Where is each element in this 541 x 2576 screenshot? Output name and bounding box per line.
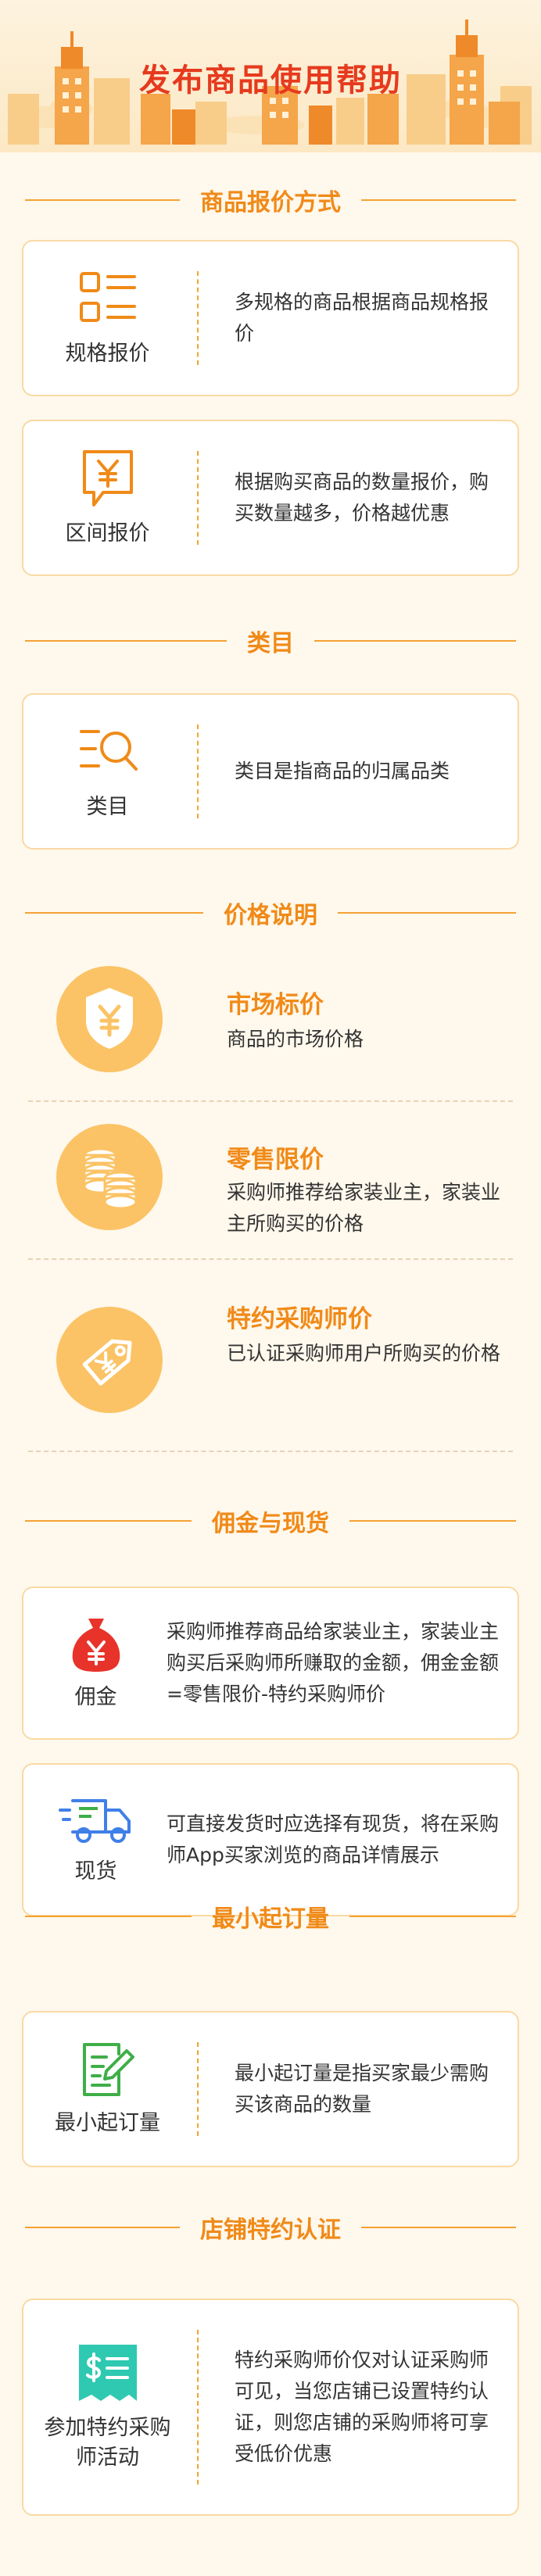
section-header-min-order: 最小起订量	[25, 1901, 516, 1933]
card-description: 类目是指商品的归属品类	[235, 760, 450, 782]
card-min-order: 最小起订量 最小起订量是指买家最少需购买该商品的数量	[22, 2011, 519, 2167]
order-form-icon	[82, 2043, 134, 2096]
price-description: 商品的市场价格	[227, 1028, 364, 1050]
section-header-commission: 佣金与现货	[25, 1505, 516, 1537]
price-description: 已认证采购师用户所购买的价格	[227, 1342, 501, 1365]
price-item-market: 市场标价 商品的市场价格	[28, 961, 513, 1086]
card-description: 根据购买商品的数量报价，购买数量越多，价格越优惠	[235, 470, 489, 524]
shield-yuan-icon	[86, 988, 133, 1049]
divider-line	[361, 199, 516, 201]
divider-line	[361, 2227, 516, 2228]
price-title: 特约采购师价	[227, 1305, 372, 1333]
card-description: 多规格的商品根据商品规格报价	[235, 291, 489, 345]
dashed-divider	[197, 724, 199, 818]
card-label: 参加特约采购师活动	[44, 2416, 171, 2470]
section-header-pricing: 商品报价方式	[25, 184, 516, 216]
page-title: 发布商品使用帮助	[139, 63, 402, 98]
delivery-truck-icon	[58, 1799, 131, 1843]
card-spec-pricing: 规格报价 多规格的商品根据商品规格报价	[22, 240, 519, 396]
card-store-special: 参加特约采购师活动 特约采购师价仅对认证采购师可见，当您店铺已设置特约认证，则您…	[22, 2299, 519, 2516]
section-title: 店铺特约认证	[200, 2216, 341, 2244]
coins-icon	[83, 1147, 138, 1210]
section-header-store: 店铺特约认证	[25, 2212, 516, 2244]
card-label: 现货	[74, 1859, 117, 1884]
price-title: 市场标价	[227, 991, 324, 1019]
search-list-icon	[79, 730, 138, 771]
dashed-divider	[197, 2330, 199, 2485]
card-label: 类目	[86, 795, 129, 819]
price-item-retail: 零售限价 采购师推荐给家装业主，家装业主所购买的价格	[28, 1118, 513, 1250]
card-category: 类目 类目是指商品的归属品类	[22, 693, 519, 850]
card-label: 佣金	[74, 1685, 117, 1709]
money-bag-icon	[72, 1619, 120, 1672]
section-header-price-info: 价格说明	[25, 897, 516, 929]
list-icon	[79, 272, 136, 322]
section-title: 价格说明	[224, 902, 317, 929]
card-label: 规格报价	[65, 342, 150, 366]
dashed-divider	[197, 271, 199, 365]
price-tag-icon	[82, 1339, 132, 1386]
section-header-category: 类目	[25, 625, 516, 657]
section-title: 佣金与现货	[212, 1510, 329, 1537]
divider-line	[314, 640, 516, 642]
divider-line	[25, 2227, 180, 2228]
card-label: 区间报价	[65, 521, 150, 546]
divider-line	[25, 199, 180, 201]
dollar-receipt-icon	[78, 2345, 137, 2401]
page-header: 发布商品使用帮助	[0, 0, 541, 152]
divider-line	[338, 912, 516, 914]
card-label: 最小起订量	[55, 2111, 160, 2135]
price-description: 采购师推荐给家装业主，家装业主所购买的价格	[227, 1181, 501, 1235]
divider-line	[349, 1916, 516, 1917]
section-title: 类目	[247, 630, 294, 657]
card-description: 最小起订量是指买家最少需购买该商品的数量	[235, 2062, 489, 2116]
section-title: 最小起订量	[212, 1905, 329, 1933]
price-title: 零售限价	[227, 1146, 324, 1174]
divider-line	[25, 912, 203, 914]
dashed-separator	[28, 1100, 513, 1102]
dashed-divider	[197, 2042, 199, 2136]
card-description: 可直接发货时应选择有现货，将在采购师App买家浏览的商品详情展示	[167, 1812, 500, 1866]
section-title: 商品报价方式	[200, 189, 341, 216]
card-in-stock: 现货 可直接发货时应选择有现货，将在采购师App买家浏览的商品详情展示	[22, 1763, 519, 1916]
dashed-separator	[28, 1451, 513, 1452]
dashed-separator	[28, 1258, 513, 1260]
card-description: 特约采购师价仅对认证采购师可见，当您店铺已设置特约认证，则您店铺的采购师将可享受…	[235, 2349, 489, 2465]
divider-line	[25, 1520, 192, 1522]
yuan-bubble-icon	[82, 450, 133, 506]
divider-line	[349, 1520, 516, 1522]
divider-line	[25, 1916, 192, 1917]
price-item-special: 特约采购师价 已认证采购师用户所购买的价格	[28, 1275, 513, 1432]
card-commission: 佣金 采购师推荐商品给家装业主，家装业主购买后采购师所赚取的金额，佣金金额=零售…	[22, 1587, 519, 1740]
card-description: 采购师推荐商品给家装业主，家装业主购买后采购师所赚取的金额，佣金金额=零售限价-…	[167, 1620, 500, 1705]
card-range-pricing: 区间报价 根据购买商品的数量报价，购买数量越多，价格越优惠	[22, 420, 519, 576]
divider-line	[25, 640, 227, 642]
dashed-divider	[197, 451, 199, 545]
